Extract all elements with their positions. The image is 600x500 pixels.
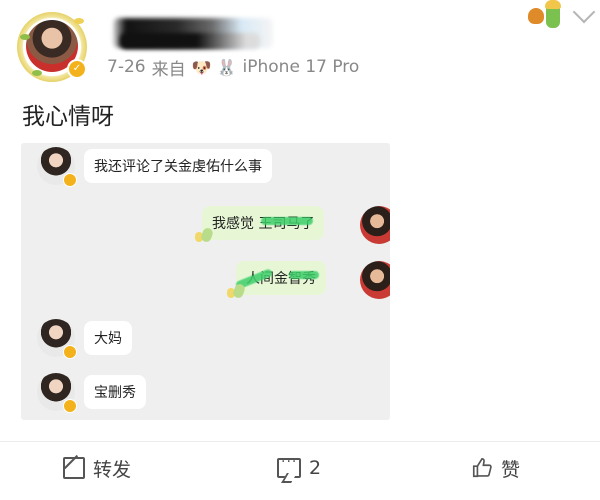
chat-text: 宝删秀 bbox=[94, 385, 136, 401]
like-button[interactable]: 赞 bbox=[471, 452, 520, 484]
chat-avatar bbox=[360, 261, 390, 299]
avatar-leaf-decoration bbox=[20, 34, 30, 40]
fan-badge-icon[interactable] bbox=[526, 0, 566, 30]
chat-bubble: 我还评论了关金虔佑什么事 bbox=[84, 149, 272, 183]
post-meta: 7-26 来自 🐶 🐰 iPhone 17 Pro bbox=[107, 55, 360, 80]
comment-button[interactable]: 2 bbox=[277, 452, 321, 484]
comment-icon bbox=[277, 454, 301, 478]
action-bar-divider bbox=[0, 441, 600, 442]
verified-badge-icon bbox=[63, 345, 77, 359]
post-text: 我心情呀 bbox=[22, 104, 114, 130]
chat-text: 大妈 bbox=[94, 331, 122, 347]
chat-bubble: 大妈 bbox=[84, 321, 132, 355]
thumbs-up-icon bbox=[471, 457, 493, 479]
like-label: 赞 bbox=[501, 458, 521, 481]
repost-button[interactable]: 转发 bbox=[63, 452, 131, 484]
repost-label: 转发 bbox=[93, 458, 132, 481]
source-emojis: 🐶 🐰 bbox=[191, 57, 237, 77]
top-right-controls bbox=[526, 0, 596, 30]
bubble-sticker-icon bbox=[227, 282, 247, 302]
redaction-scribble bbox=[261, 217, 313, 225]
verified-badge-icon: ✓ bbox=[67, 59, 87, 79]
avatar-leaf-decoration bbox=[74, 18, 84, 24]
post-device[interactable]: iPhone 17 Pro bbox=[243, 57, 360, 77]
avatar-leaf-decoration bbox=[32, 70, 42, 76]
redaction-scribble bbox=[289, 271, 319, 279]
post-image-card[interactable]: 我还评论了关金虔佑什么事 我感觉 王司马了 人间金智秀 大妈 宝删秀 bbox=[21, 143, 390, 420]
verified-badge-icon bbox=[63, 173, 77, 187]
post-source-prefix: 来自 bbox=[151, 59, 186, 80]
repost-icon bbox=[63, 457, 85, 479]
chat-bubble: 宝删秀 bbox=[84, 375, 146, 409]
verified-badge-icon bbox=[63, 399, 77, 413]
chat-text: 我还评论了关金虔佑什么事 bbox=[94, 159, 262, 175]
username-redacted-overlay bbox=[120, 33, 260, 49]
chat-avatar bbox=[360, 206, 390, 244]
comment-count: 2 bbox=[309, 457, 322, 479]
post-time: 7-26 bbox=[107, 57, 146, 77]
chevron-down-icon[interactable] bbox=[572, 0, 596, 24]
bubble-sticker-icon bbox=[195, 226, 215, 246]
